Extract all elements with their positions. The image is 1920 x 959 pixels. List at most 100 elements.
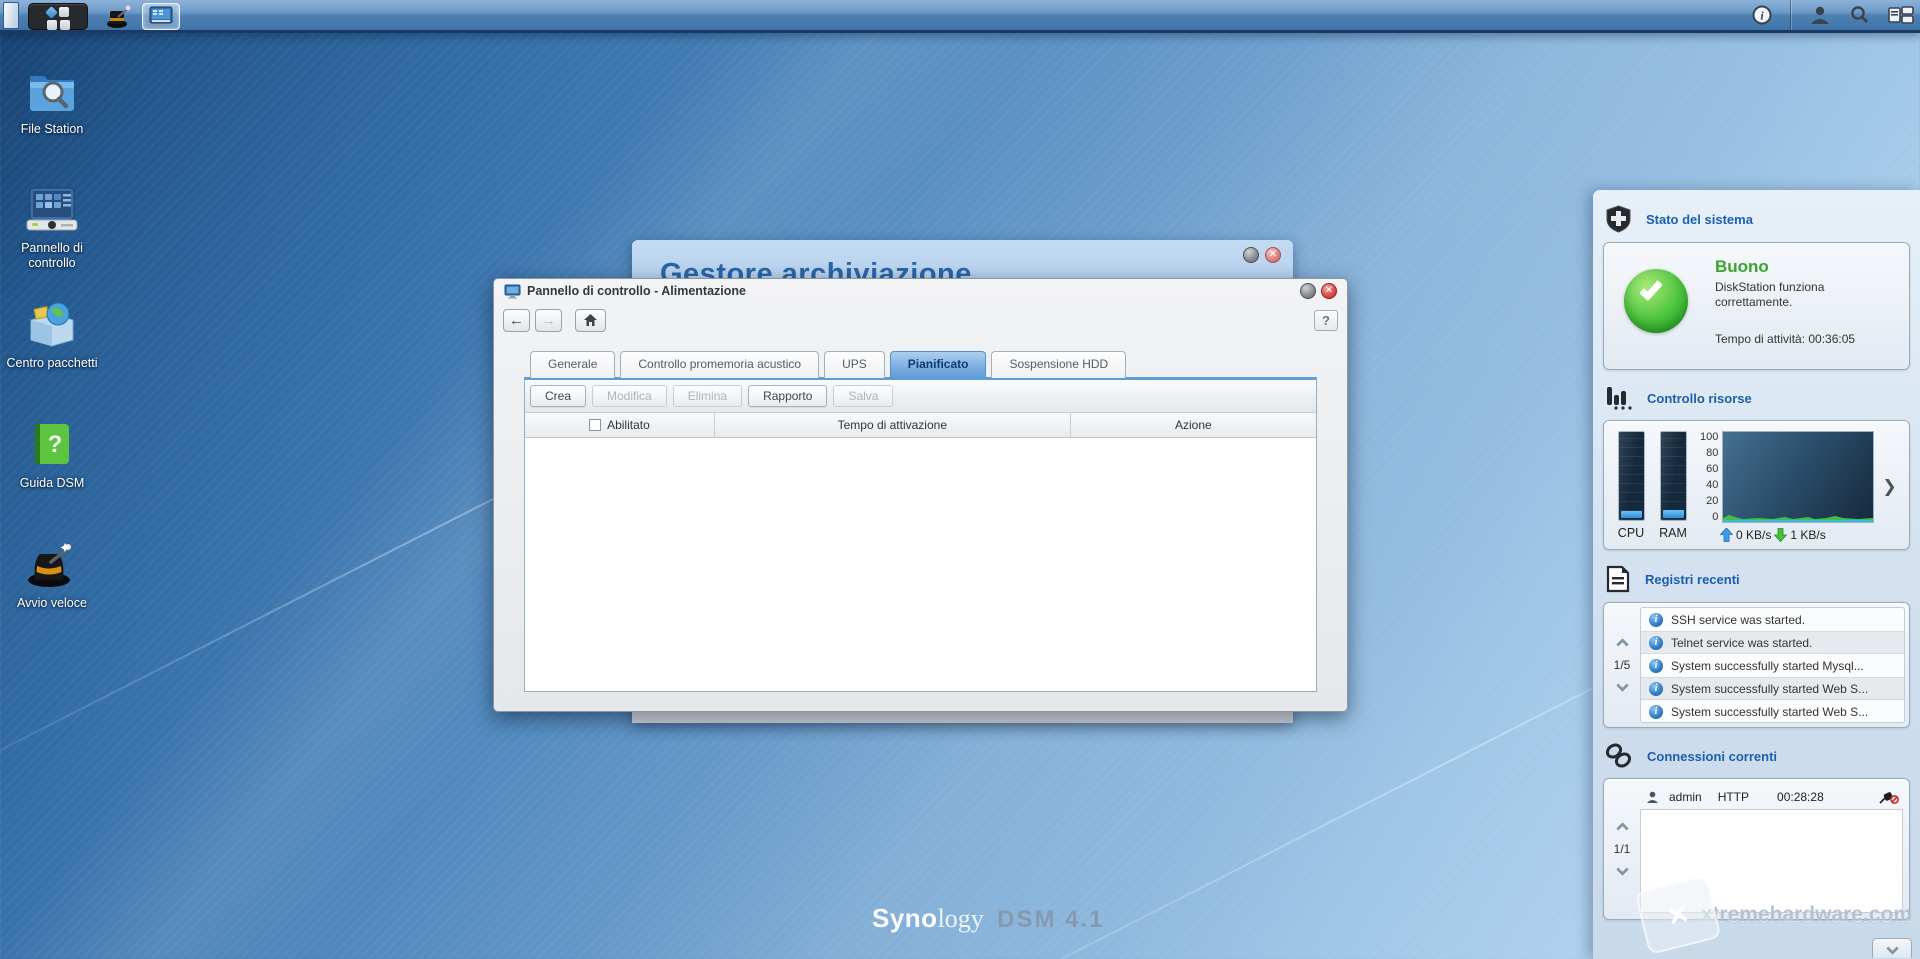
column-label: Abilitato <box>607 418 650 432</box>
health-description: DiskStation funziona correttamente. <box>1715 280 1865 310</box>
resource-monitor-card: CPU RAM 100 80 60 40 20 0 <box>1603 420 1910 550</box>
widget-sidebar: Stato del sistema Buono DiskStation funz… <box>1593 190 1920 959</box>
cpu-gauge <box>1618 431 1645 521</box>
control-panel-icon <box>25 185 79 233</box>
crea-button[interactable]: Crea <box>530 385 586 407</box>
magic-hat-icon <box>106 5 132 29</box>
storage-manager-bottom-edge <box>632 711 1293 723</box>
back-button[interactable]: ← <box>503 309 530 332</box>
taskbar-divider <box>1790 0 1791 30</box>
window-nav-row: ← → ? <box>494 303 1347 337</box>
menu-square-icon <box>60 20 70 30</box>
connections-page-indicator: 1/1 <box>1614 842 1631 856</box>
connection-row[interactable]: admin HTTP 00:28:28 <box>1640 785 1903 809</box>
minimize-button[interactable] <box>1300 283 1316 299</box>
column-abilitato[interactable]: Abilitato <box>525 413 715 437</box>
menu-diamond-icon <box>45 6 58 19</box>
desktop-icon-package-center[interactable]: Centro pacchetti <box>0 300 104 371</box>
resource-monitor-title[interactable]: Controllo risorse <box>1647 391 1752 406</box>
file-station-icon <box>26 68 78 114</box>
home-button[interactable] <box>575 309 606 332</box>
rapporto-button[interactable]: Rapporto <box>748 385 827 407</box>
log-document-icon <box>1605 565 1631 593</box>
dsm-help-icon: ? <box>27 420 77 468</box>
tab-sospensione-hdd[interactable]: Sospensione HDD <box>991 351 1126 378</box>
resource-expand-chevron[interactable]: ❯ <box>1882 477 1896 497</box>
minimize-button[interactable] <box>1243 247 1259 263</box>
column-label: Tempo di attivazione <box>838 418 947 432</box>
window-control-panel-power: Pannello di controllo - Alimentazione ✕ … <box>493 278 1348 712</box>
abilitato-checkbox[interactable] <box>589 419 601 431</box>
schedule-grid-panel: Crea Modifica Elimina Rapporto Salva Abi… <box>524 377 1317 692</box>
table-body-empty[interactable] <box>525 438 1316 691</box>
sidebar-collapse-tab[interactable] <box>1872 938 1912 958</box>
log-row[interactable]: iSystem successfully started Web S... <box>1641 677 1904 700</box>
desktop-icon-label: Centro pacchetti <box>0 356 104 371</box>
search-icon[interactable] <box>1849 5 1870 25</box>
upload-arrow-icon <box>1720 528 1733 542</box>
log-row[interactable]: iSSH service was started. <box>1641 608 1904 631</box>
desktop-icon-file-station[interactable]: File Station <box>0 68 104 137</box>
close-icon[interactable]: ✕ <box>1321 283 1337 299</box>
connections-title[interactable]: Connessioni correnti <box>1647 749 1777 764</box>
connections-pager: 1/1 <box>1604 785 1640 913</box>
log-row[interactable]: iTelnet service was started. <box>1641 631 1904 654</box>
pager-up-icon[interactable] <box>1616 638 1629 651</box>
info-badge-icon: i <box>1649 636 1663 650</box>
control-panel-window-icon <box>148 5 174 29</box>
pager-down-icon[interactable] <box>1616 679 1629 692</box>
bar-chart-icon <box>1605 385 1633 411</box>
recent-logs-title[interactable]: Registri recenti <box>1645 572 1740 587</box>
salva-button[interactable]: Salva <box>833 385 893 407</box>
network-graph-plot <box>1722 431 1874 523</box>
window-title: Pannello di controllo - Alimentazione <box>527 284 746 298</box>
pager-down-icon[interactable] <box>1616 863 1629 876</box>
column-label: Azione <box>1175 418 1212 432</box>
forward-button[interactable]: → <box>535 309 562 332</box>
tab-pianificato[interactable]: Pianificato <box>890 351 987 378</box>
taskbar-app-quick-start[interactable] <box>100 3 138 30</box>
help-button[interactable]: ? <box>1314 310 1338 331</box>
quick-start-hat-icon <box>25 540 79 588</box>
modifica-button[interactable]: Modifica <box>592 385 667 407</box>
log-row[interactable]: iSystem successfully started Web S... <box>1641 700 1904 723</box>
chevron-down-icon <box>1886 942 1899 955</box>
column-tempo-di-attivazione[interactable]: Tempo di attivazione <box>715 413 1071 437</box>
upload-value: 0 KB/s <box>1736 528 1771 542</box>
uptime-label: Tempo di attività: 00:36:05 <box>1715 332 1897 346</box>
log-list: iSSH service was started. iTelnet servic… <box>1640 607 1905 723</box>
tab-ups[interactable]: UPS <box>824 351 885 378</box>
log-row[interactable]: iSystem successfully started Mysql... <box>1641 654 1904 677</box>
taskbar-app-control-panel[interactable] <box>142 3 180 30</box>
home-icon <box>583 313 598 327</box>
pilot-view-icon[interactable] <box>1888 5 1914 25</box>
window-titlebar[interactable]: Pannello di controllo - Alimentazione ✕ <box>494 279 1347 303</box>
pager-up-icon[interactable] <box>1616 822 1629 835</box>
column-azione[interactable]: Azione <box>1071 413 1316 437</box>
tab-generale[interactable]: Generale <box>530 351 615 378</box>
health-status: Buono <box>1715 257 1897 277</box>
table-header: Abilitato Tempo di attivazione Azione <box>525 413 1316 438</box>
window-content: Generale Controllo promemoria acustico U… <box>524 351 1317 692</box>
connection-list-empty[interactable] <box>1640 809 1903 913</box>
network-graph-yaxis: 100 80 60 40 20 0 <box>1700 431 1722 523</box>
menu-square-icon <box>59 7 69 17</box>
elimina-button[interactable]: Elimina <box>673 385 742 407</box>
desktop-icon-dsm-help[interactable]: ? Guida DSM <box>0 420 104 491</box>
taskbar: i <box>0 0 1920 33</box>
info-icon[interactable]: i <box>1752 5 1772 25</box>
desktop-icon-quick-start[interactable]: Avvio veloce <box>0 540 104 611</box>
network-legend: 0 KB/s 1 KB/s <box>1720 528 1874 542</box>
dsm-watermark: Synology DSM 4.1 <box>872 903 1105 934</box>
disconnect-icon[interactable] <box>1879 790 1899 804</box>
main-menu-button[interactable] <box>28 3 88 30</box>
tab-controllo-promemoria-acustico[interactable]: Controllo promemoria acustico <box>620 351 819 378</box>
close-icon[interactable]: ✕ <box>1265 247 1281 263</box>
user-icon[interactable] <box>1809 5 1831 25</box>
desktop-icon-control-panel[interactable]: Pannello di controllo <box>0 185 104 271</box>
logs-pager: 1/5 <box>1604 607 1640 723</box>
info-badge-icon: i <box>1649 613 1663 627</box>
system-health-card: Buono DiskStation funziona correttamente… <box>1603 242 1910 370</box>
system-health-title[interactable]: Stato del sistema <box>1646 212 1753 227</box>
show-desktop-button[interactable] <box>3 2 19 29</box>
